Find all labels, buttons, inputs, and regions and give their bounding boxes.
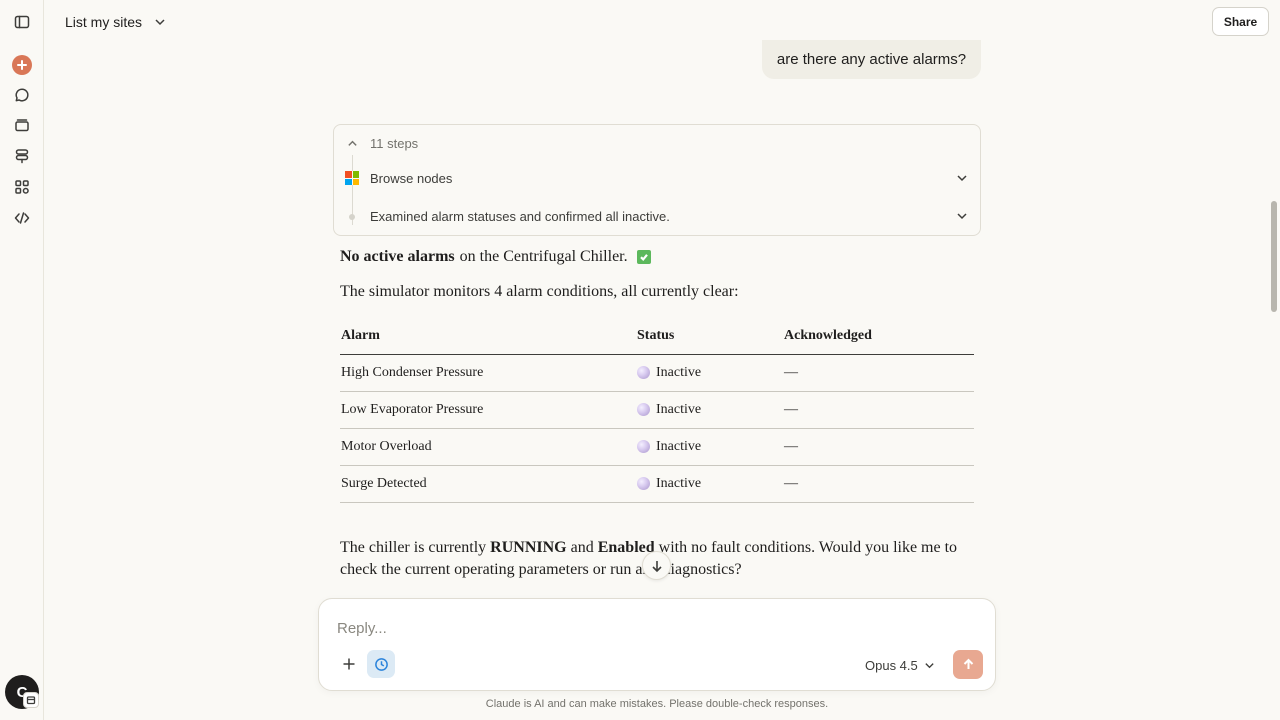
status-cell: Inactive xyxy=(636,354,783,392)
moon-icon xyxy=(637,366,650,379)
para-running: RUNNING xyxy=(490,539,567,556)
microsoft-logo-icon xyxy=(345,171,359,185)
chevron-down-icon xyxy=(956,172,968,184)
code-icon[interactable] xyxy=(10,206,34,230)
sidebar-toggle-icon[interactable] xyxy=(10,10,34,34)
alarm-name: Motor Overload xyxy=(340,428,636,466)
response-summary-bold: No active alarms xyxy=(340,248,455,265)
scrollbar-thumb[interactable] xyxy=(1271,201,1277,312)
table-row: Surge Detected Inactive — xyxy=(340,465,974,503)
moon-icon xyxy=(637,440,650,453)
projects-icon[interactable] xyxy=(10,113,34,137)
step-examined-alarms[interactable]: Examined alarm statuses and confirmed al… xyxy=(334,207,980,225)
alarm-name: High Condenser Pressure xyxy=(340,354,636,392)
user-message: are there any active alarms? xyxy=(762,40,981,79)
step-examined-label: Examined alarm statuses and confirmed al… xyxy=(370,208,670,224)
status-text: Inactive xyxy=(656,364,702,380)
table-row: High Condenser Pressure Inactive — xyxy=(340,354,974,392)
chats-icon[interactable] xyxy=(10,83,34,107)
left-rail: C xyxy=(0,0,44,720)
conversation-title: List my sites xyxy=(65,14,143,30)
reply-composer: Opus 4.5 xyxy=(318,598,996,691)
alarm-name: Low Evaporator Pressure xyxy=(340,391,636,429)
model-selector[interactable]: Opus 4.5 xyxy=(865,656,935,674)
step-browse-nodes[interactable]: Browse nodes xyxy=(334,169,980,187)
step-browse-label: Browse nodes xyxy=(370,170,453,186)
status-text: Inactive xyxy=(656,401,702,417)
add-attachment-button[interactable] xyxy=(338,653,360,675)
response-intro: The simulator monitors 4 alarm condition… xyxy=(340,283,739,300)
send-button[interactable] xyxy=(953,650,983,679)
chevron-down-icon xyxy=(956,210,968,222)
para-text-2: and xyxy=(566,539,598,556)
chevron-up-icon xyxy=(347,137,359,149)
ack-value: — xyxy=(783,354,974,392)
response-summary-rest: on the Centrifugal Chiller. xyxy=(459,248,628,265)
status-cell: Inactive xyxy=(636,391,783,429)
table-row: Motor Overload Inactive — xyxy=(340,428,974,466)
para-text-1: The chiller is currently xyxy=(340,539,491,556)
table-header-row: Alarm Status Acknowledged xyxy=(340,318,974,355)
share-button[interactable]: Share xyxy=(1212,7,1269,36)
model-name: Opus 4.5 xyxy=(865,657,918,673)
chevron-down-icon xyxy=(925,662,934,668)
header-status: Status xyxy=(636,318,783,355)
arrow-up-icon xyxy=(963,658,973,669)
history-toggle-button[interactable] xyxy=(367,650,395,678)
status-text: Inactive xyxy=(656,438,702,454)
status-text: Inactive xyxy=(656,475,702,491)
step-dot-icon xyxy=(349,214,355,220)
ack-value: — xyxy=(783,391,974,429)
apps-icon[interactable] xyxy=(10,175,34,199)
status-cell: Inactive xyxy=(636,465,783,503)
reply-input[interactable] xyxy=(337,617,977,639)
ack-value: — xyxy=(783,428,974,466)
table-row: Low Evaporator Pressure Inactive — xyxy=(340,391,974,429)
alarm-table: Alarm Status Acknowledged High Condenser… xyxy=(340,318,974,503)
header-acknowledged: Acknowledged xyxy=(783,318,974,355)
status-cell: Inactive xyxy=(636,428,783,466)
header-alarm: Alarm xyxy=(340,318,636,355)
check-mark-icon xyxy=(636,250,651,264)
moon-icon xyxy=(637,477,650,490)
artifacts-icon[interactable] xyxy=(10,144,34,168)
new-chat-icon[interactable] xyxy=(12,55,32,75)
conversation-title-dropdown[interactable]: List my sites xyxy=(65,12,166,32)
plus-icon xyxy=(343,658,355,670)
para-enabled: Enabled xyxy=(597,539,655,556)
alarm-name: Surge Detected xyxy=(340,465,636,503)
arrow-down-icon xyxy=(651,560,662,572)
clock-icon xyxy=(374,657,388,671)
scroll-to-bottom-button[interactable] xyxy=(642,551,671,580)
chevron-down-icon xyxy=(155,19,165,26)
response-summary: No active alarms on the Centrifugal Chil… xyxy=(340,246,651,268)
steps-toggle[interactable]: 11 steps xyxy=(334,134,980,152)
moon-icon xyxy=(637,403,650,416)
tool-steps-card: 11 steps Browse nodes Examined alarm sta… xyxy=(333,124,981,236)
ack-value: — xyxy=(783,465,974,503)
disclaimer: Claude is AI and can make mistakes. Plea… xyxy=(485,698,829,710)
steps-count: 11 steps xyxy=(370,135,419,151)
